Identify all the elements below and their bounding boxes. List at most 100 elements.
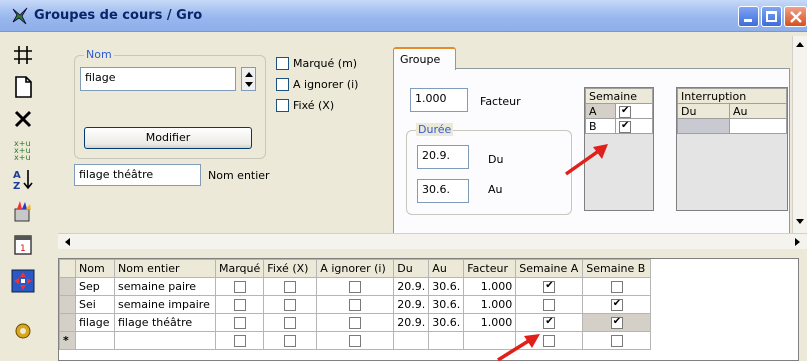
cell-semaine-a-checkbox[interactable] <box>543 335 556 347</box>
new-row-marker: * <box>59 331 76 350</box>
cell-facteur[interactable]: 1.000 <box>463 295 517 314</box>
ignorer-checkbox[interactable] <box>276 78 289 91</box>
cell-marque-checkbox[interactable] <box>233 335 246 347</box>
interruption-au-cell[interactable] <box>729 118 787 134</box>
form-horizontal-scrollbar[interactable] <box>58 233 807 249</box>
paint-icon[interactable] <box>10 198 36 224</box>
cell-nom[interactable]: Sei <box>75 295 115 314</box>
cell-marque-checkbox[interactable] <box>233 281 246 293</box>
col-du[interactable]: Du <box>393 259 430 278</box>
annotation-arrow <box>497 334 540 361</box>
sort-replace-icon[interactable]: x+u x+u x+u <box>10 136 36 162</box>
maximize-button[interactable] <box>761 6 782 27</box>
cell-marque-checkbox[interactable] <box>233 299 246 311</box>
left-toolbar: x+u x+u x+u AZ 1 <box>0 32 46 361</box>
au-label: Au <box>488 183 503 196</box>
new-document-icon[interactable] <box>10 74 36 100</box>
col-semaine-b[interactable]: Semaine B <box>582 259 652 278</box>
cell-semaine-a-checkbox[interactable] <box>543 280 556 293</box>
tab-groupe[interactable]: Groupe <box>393 47 456 70</box>
nom-group-label: Nom <box>84 48 114 61</box>
nom-entier-label: Nom entier <box>208 169 270 182</box>
cell-facteur[interactable]: 1.000 <box>463 277 517 296</box>
groupes-grid: Nom Nom entier Marqué Fixé (X) A ignorer… <box>58 258 799 361</box>
modifier-button[interactable]: Modifier <box>84 127 252 149</box>
cell-au[interactable]: 30.6. <box>428 313 465 332</box>
semaine-row-b-label: B <box>585 118 616 134</box>
form-vertical-scrollbar[interactable] <box>792 36 807 233</box>
col-facteur[interactable]: Facteur <box>463 259 517 278</box>
fixe-checkbox[interactable] <box>276 99 289 112</box>
nom-spinner[interactable] <box>241 67 256 91</box>
calendar-icon[interactable]: 1 <box>10 232 36 258</box>
cell-facteur[interactable]: 1.000 <box>463 313 517 332</box>
navigate-icon[interactable] <box>10 268 36 294</box>
annotation-arrow <box>564 144 608 176</box>
table-row[interactable]: filage filage théâtre 20.9. 30.6. 1.000 <box>59 313 652 332</box>
nom-entier-input[interactable]: filage théâtre <box>74 164 201 186</box>
cell-fixe-checkbox[interactable] <box>284 317 297 329</box>
col-marque[interactable]: Marqué <box>214 259 265 278</box>
marque-label: Marqué (m) <box>293 57 358 70</box>
cell-ignorer-checkbox[interactable] <box>349 281 362 293</box>
cell-fixe-checkbox[interactable] <box>284 281 297 293</box>
cell-semaine-a-checkbox[interactable] <box>543 316 556 329</box>
cell-au[interactable]: 30.6. <box>428 277 465 296</box>
col-nom[interactable]: Nom <box>75 259 115 278</box>
cell-ignorer-checkbox[interactable] <box>349 299 362 311</box>
cell-semaine-b-checkbox[interactable] <box>610 298 623 311</box>
cell-nom-entier[interactable]: filage théâtre <box>114 313 216 332</box>
col-au[interactable]: Au <box>428 259 465 278</box>
cell-nom[interactable]: Sep <box>75 277 115 296</box>
table-row[interactable]: Sei semaine impaire 20.9. 30.6. 1.000 <box>59 295 652 314</box>
sort-az-icon[interactable]: AZ <box>10 166 36 192</box>
svg-text:1: 1 <box>20 244 26 254</box>
interruption-du-header: Du <box>677 103 730 119</box>
close-icon <box>790 11 802 23</box>
interruption-table: Interruption Du Au <box>676 87 788 211</box>
cell-fixe-checkbox[interactable] <box>284 335 297 347</box>
nom-input[interactable]: filage <box>80 67 236 91</box>
grid-icon[interactable] <box>10 42 36 68</box>
semaine-a-checkbox[interactable] <box>619 105 631 118</box>
cell-semaine-b-checkbox[interactable] <box>610 316 623 329</box>
col-semaine-a[interactable]: Semaine A <box>515 259 584 278</box>
ignorer-label: A ignorer (i) <box>293 78 359 91</box>
cell-semaine-b-checkbox[interactable] <box>610 335 623 347</box>
cell-nom[interactable]: filage <box>75 313 115 332</box>
semaine-b-checkbox[interactable] <box>619 120 631 133</box>
grid-header-row: Nom Nom entier Marqué Fixé (X) A ignorer… <box>59 259 652 278</box>
cell-ignorer-checkbox[interactable] <box>349 335 362 347</box>
cell-du[interactable]: 20.9. <box>393 277 430 296</box>
cell-nom-entier[interactable]: semaine paire <box>114 277 216 296</box>
cell-au[interactable]: 30.6. <box>428 295 465 314</box>
cell-semaine-a-checkbox[interactable] <box>543 299 556 311</box>
close-button[interactable] <box>784 6 807 27</box>
interruption-du-cell[interactable] <box>677 118 730 134</box>
du-input[interactable]: 20.9. <box>417 145 469 169</box>
au-input[interactable]: 30.6. <box>417 179 469 203</box>
facteur-input[interactable]: 1.000 <box>410 88 468 112</box>
col-ignorer[interactable]: A ignorer (i) <box>316 259 395 278</box>
cell-nom-entier[interactable]: semaine impaire <box>114 295 216 314</box>
semaine-header: Semaine <box>585 88 653 104</box>
cell-ignorer-checkbox[interactable] <box>349 317 362 329</box>
col-fixe[interactable]: Fixé (X) <box>263 259 318 278</box>
cell-fixe-checkbox[interactable] <box>284 299 297 311</box>
gear-icon[interactable] <box>10 316 36 342</box>
cell-du[interactable]: 20.9. <box>393 295 430 314</box>
row-selector-header <box>59 259 76 278</box>
marque-checkbox[interactable] <box>276 57 289 70</box>
interruption-header: Interruption <box>677 88 787 104</box>
table-row[interactable]: Sep semaine paire 20.9. 30.6. 1.000 <box>59 277 652 296</box>
cell-du[interactable]: 20.9. <box>393 313 430 332</box>
cell-semaine-b-checkbox[interactable] <box>610 281 623 293</box>
minimize-button[interactable] <box>738 6 759 27</box>
new-row[interactable]: * <box>59 331 652 350</box>
col-nom-entier[interactable]: Nom entier <box>114 259 216 278</box>
facteur-label: Facteur <box>480 95 521 108</box>
app-icon <box>12 7 28 25</box>
delete-icon[interactable] <box>10 106 36 132</box>
cell-marque-checkbox[interactable] <box>233 317 246 329</box>
title-bar: Groupes de cours / Gro <box>0 0 807 32</box>
